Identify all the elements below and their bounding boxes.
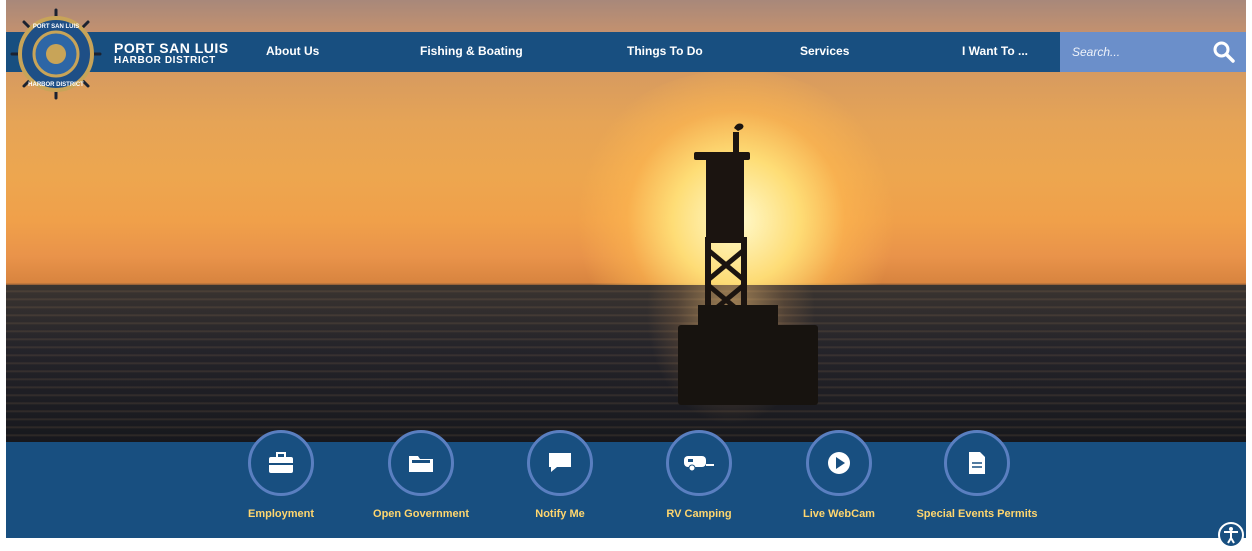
- document-icon: [944, 430, 1010, 496]
- logo-text-top: PORT SAN LUIS: [33, 24, 79, 30]
- nav-services[interactable]: Services: [800, 44, 849, 58]
- quick-link-rv-camping[interactable]: RV Camping: [629, 430, 769, 520]
- folder-icon: [388, 430, 454, 496]
- accessibility-icon[interactable]: [1218, 522, 1244, 548]
- logo[interactable]: PORT SAN LUIS HARBOR DISTRICT: [10, 8, 102, 100]
- brand-line-2: HARBOR DISTRICT: [114, 55, 216, 66]
- quick-link-label: Open Government: [373, 508, 469, 520]
- quick-link-label: RV Camping: [666, 508, 732, 520]
- quick-link-label: Live WebCam: [803, 508, 875, 520]
- search-input[interactable]: [1060, 32, 1212, 72]
- logo-text-bottom: HARBOR DISTRICT: [28, 82, 84, 88]
- brand-name[interactable]: PORT SAN LUIS HARBOR DISTRICT: [114, 41, 229, 66]
- quick-link-special-events-permits[interactable]: Special Events Permits: [907, 430, 1047, 520]
- nav-fishing-boating[interactable]: Fishing & Boating: [420, 44, 523, 58]
- search-icon[interactable]: [1212, 40, 1236, 64]
- ocean: [6, 285, 1246, 442]
- quick-link-employment[interactable]: Employment: [211, 430, 351, 520]
- nav-things-to-do[interactable]: Things To Do: [627, 44, 703, 58]
- quick-link-label: Employment: [247, 508, 314, 520]
- nav-i-want-to[interactable]: I Want To ...: [962, 44, 1028, 58]
- briefcase-icon: [248, 430, 314, 496]
- quick-link-open-government[interactable]: Open Government: [351, 430, 491, 520]
- play-icon: [806, 430, 872, 496]
- quick-link-label: Special Events Permits: [916, 508, 1038, 520]
- chat-bubble-icon: [527, 430, 593, 496]
- quick-link-label: Notify Me: [535, 508, 585, 520]
- brand-line-1: PORT SAN LUIS: [114, 40, 229, 56]
- quick-link-live-webcam[interactable]: Live WebCam: [769, 430, 909, 520]
- search-box: [1060, 32, 1246, 72]
- quick-link-notify-me[interactable]: Notify Me: [490, 430, 630, 520]
- rv-trailer-icon: [666, 430, 732, 496]
- nav-about-us[interactable]: About Us: [266, 44, 319, 58]
- buoy-silhouette: [678, 123, 818, 405]
